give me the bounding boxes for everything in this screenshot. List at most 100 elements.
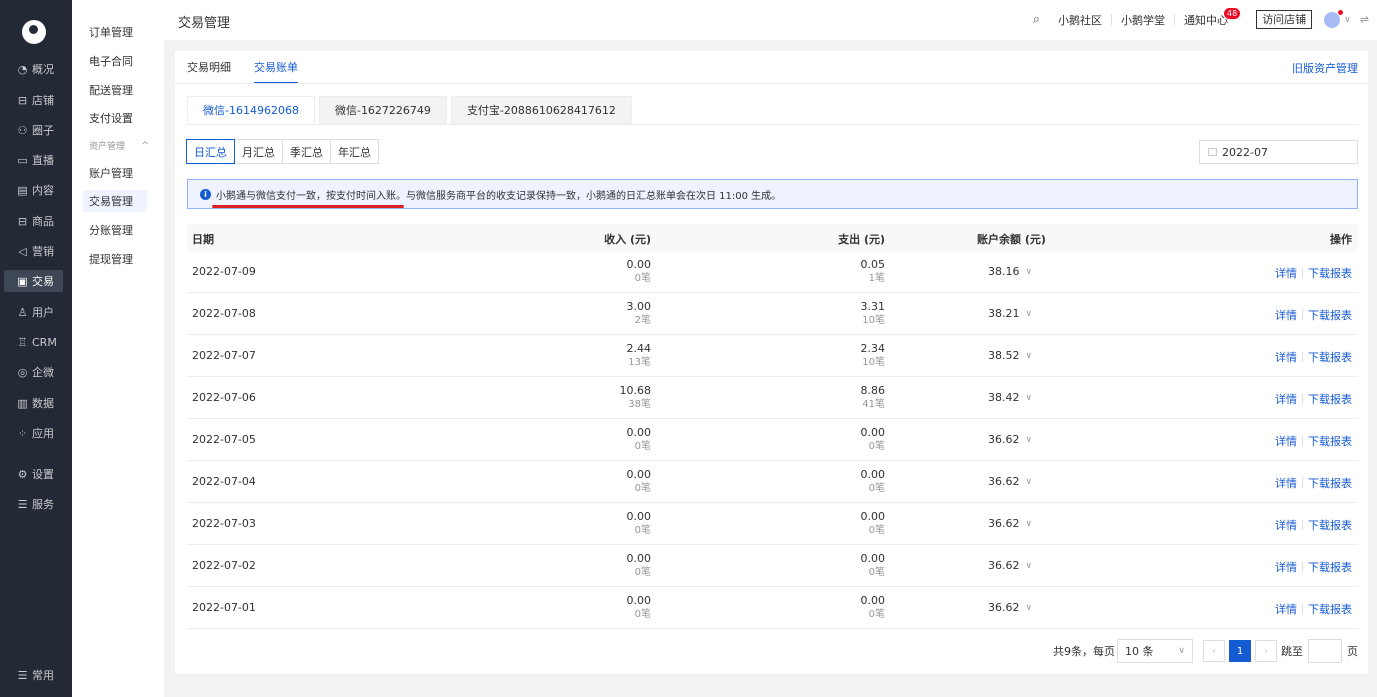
download-report-link[interactable]: 下载报表 xyxy=(1308,349,1352,365)
chevron-down-icon[interactable]: ∨ xyxy=(1026,603,1033,613)
detail-link[interactable]: 详情 xyxy=(1275,475,1297,491)
old-assets-link[interactable]: 旧版资产管理 xyxy=(1292,60,1358,76)
red-underline-annotation xyxy=(212,205,404,208)
subnav-item-1[interactable]: 电子合同 xyxy=(83,50,147,72)
sidebar-item-2[interactable]: ⚇ 圈子 xyxy=(4,119,63,141)
detail-link[interactable]: 详情 xyxy=(1275,601,1297,617)
row-balance[interactable]: 36.62 ∨ xyxy=(988,517,1032,530)
sidebar-item-12[interactable]: ⁘ 应用 xyxy=(4,422,63,444)
subnav-group-item-3[interactable]: 提现管理 xyxy=(83,248,147,270)
month-picker[interactable]: 2022-07 xyxy=(1199,140,1358,164)
notification-center-link[interactable]: 通知中心 xyxy=(1184,12,1228,28)
academy-link[interactable]: 小鹅学堂 xyxy=(1121,12,1165,28)
sidebar-item-label: 常用 xyxy=(32,669,54,682)
detail-link[interactable]: 详情 xyxy=(1275,265,1297,281)
row-balance[interactable]: 36.62 ∨ xyxy=(988,559,1032,572)
download-report-link[interactable]: 下载报表 xyxy=(1308,433,1352,449)
tab-transaction-detail[interactable]: 交易明细 xyxy=(187,59,231,83)
month-picker-value: 2022-07 xyxy=(1222,145,1268,159)
row-date: 2022-07-07 xyxy=(192,349,256,362)
account-tab-wechat-1[interactable]: 微信-1614962068 xyxy=(187,96,315,124)
detail-link[interactable]: 详情 xyxy=(1275,517,1297,533)
sidebar-item-8[interactable]: ♙ 用户 xyxy=(4,301,63,323)
chevron-down-icon[interactable]: ∨ xyxy=(1026,309,1033,319)
download-report-link[interactable]: 下载报表 xyxy=(1308,475,1352,491)
jump-page-input[interactable] xyxy=(1308,639,1342,663)
sidebar-item-13[interactable]: ⚙ 设置 xyxy=(4,463,63,485)
subnav-item-2[interactable]: 配送管理 xyxy=(83,79,147,101)
download-report-link[interactable]: 下载报表 xyxy=(1308,307,1352,323)
download-report-link[interactable]: 下载报表 xyxy=(1308,559,1352,575)
sidebar-item-common[interactable]: ☰ 常用 xyxy=(4,664,63,686)
subnav-group-item-0[interactable]: 账户管理 xyxy=(83,162,147,184)
download-report-link[interactable]: 下载报表 xyxy=(1308,391,1352,407)
chevron-down-icon[interactable]: ∨ xyxy=(1026,393,1033,403)
community-link[interactable]: 小鹅社区 xyxy=(1058,12,1102,28)
period-monthly-button[interactable]: 月汇总 xyxy=(234,139,283,164)
chevron-down-icon[interactable]: ∨ xyxy=(1026,519,1033,529)
download-report-link[interactable]: 下载报表 xyxy=(1308,517,1352,533)
detail-link[interactable]: 详情 xyxy=(1275,349,1297,365)
sidebar-item-4[interactable]: ▤ 内容 xyxy=(4,179,63,201)
calendar-icon xyxy=(1208,148,1217,156)
sidebar-item-5[interactable]: ⊟ 商品 xyxy=(4,210,63,232)
sidebar-item-9[interactable]: ♖ CRM xyxy=(4,331,63,353)
period-yearly-button[interactable]: 年汇总 xyxy=(330,139,379,164)
nav-icon: ▭ xyxy=(17,153,28,167)
row-balance[interactable]: 36.62 ∨ xyxy=(988,601,1032,614)
row-balance[interactable]: 38.21 ∨ xyxy=(988,307,1032,320)
row-income: 0.00 0笔 xyxy=(561,510,652,538)
page-button-1[interactable]: 1 xyxy=(1229,640,1251,662)
subnav-item-0[interactable]: 订单管理 xyxy=(83,21,147,43)
search-icon[interactable]: ⌕ xyxy=(1033,12,1040,27)
app-logo[interactable] xyxy=(22,20,46,44)
chevron-down-icon[interactable]: ∨ xyxy=(1026,267,1033,277)
avatar[interactable] xyxy=(1324,9,1344,28)
period-daily-button[interactable]: 日汇总 xyxy=(186,139,235,164)
switch-icon[interactable]: ⇌ xyxy=(1360,13,1369,26)
row-balance[interactable]: 36.62 ∨ xyxy=(988,433,1032,446)
period-quarterly-button[interactable]: 季汇总 xyxy=(282,139,331,164)
main-sidebar: ◔ 概况 ⊟ 店铺 ⚇ 圈子 ▭ 直播 ▤ 内容 ⊟ 商品 ◁ 营销 ▣ 交易 ♙ 用户 ♖ CRM ◎ 企微 ▥ 数据 ⁘ 应用… xyxy=(0,0,72,697)
detail-link[interactable]: 详情 xyxy=(1275,307,1297,323)
balance-value: 36.62 xyxy=(988,475,1020,488)
detail-link[interactable]: 详情 xyxy=(1275,559,1297,575)
page-size-select[interactable]: 10 条 ∨ xyxy=(1117,639,1193,663)
chevron-down-icon[interactable]: ∨ xyxy=(1026,561,1033,571)
tab-transaction-bill[interactable]: 交易账单 xyxy=(254,59,298,83)
row-balance[interactable]: 38.16 ∨ xyxy=(988,265,1032,278)
account-tab-wechat-2[interactable]: 微信-1627226749 xyxy=(318,96,447,124)
sidebar-item-3[interactable]: ▭ 直播 xyxy=(4,149,63,171)
sidebar-item-14[interactable]: ☰ 服务 xyxy=(4,493,63,515)
sidebar-item-0[interactable]: ◔ 概况 xyxy=(4,58,63,80)
sidebar-item-1[interactable]: ⊟ 店铺 xyxy=(4,89,63,111)
sidebar-item-7[interactable]: ▣ 交易 xyxy=(4,270,63,292)
row-balance[interactable]: 38.42 ∨ xyxy=(988,391,1032,404)
visit-store-button[interactable]: 访问店铺 xyxy=(1256,10,1313,29)
subnav-group-item-2[interactable]: 分账管理 xyxy=(83,219,147,241)
chevron-down-icon[interactable]: ∨ xyxy=(1026,435,1033,445)
detail-link[interactable]: 详情 xyxy=(1275,391,1297,407)
chevron-down-icon[interactable]: ∨ xyxy=(1026,351,1033,361)
subnav-item-3[interactable]: 支付设置 xyxy=(83,107,147,129)
download-report-link[interactable]: 下载报表 xyxy=(1308,601,1352,617)
chevron-down-icon[interactable]: ∨ xyxy=(1026,477,1033,487)
asset-management-group[interactable]: 资产管理 ^ xyxy=(89,139,149,153)
row-balance[interactable]: 38.52 ∨ xyxy=(988,349,1032,362)
row-date: 2022-07-03 xyxy=(192,517,256,530)
prev-page-button[interactable]: ‹ xyxy=(1203,640,1225,662)
nav-icon: ⚙ xyxy=(17,467,28,481)
detail-link[interactable]: 详情 xyxy=(1275,433,1297,449)
chevron-down-icon[interactable]: ∨ xyxy=(1344,15,1351,25)
period-selector: 日汇总 月汇总 季汇总 年汇总 xyxy=(186,139,379,164)
sidebar-item-11[interactable]: ▥ 数据 xyxy=(4,392,63,414)
top-bar: 交易管理 ⌕ 小鹅社区 小鹅学堂 通知中心 48 访问店铺 ∨ ⇌ xyxy=(164,0,1377,40)
download-report-link[interactable]: 下载报表 xyxy=(1308,265,1352,281)
sidebar-item-10[interactable]: ◎ 企微 xyxy=(4,361,63,383)
next-page-button[interactable]: › xyxy=(1255,640,1277,662)
account-tab-alipay[interactable]: 支付宝-2088610628417612 xyxy=(450,96,632,124)
subnav-group-item-1[interactable]: 交易管理 xyxy=(83,190,147,212)
sidebar-item-6[interactable]: ◁ 营销 xyxy=(4,240,63,262)
row-balance[interactable]: 36.62 ∨ xyxy=(988,475,1032,488)
row-income: 3.00 2笔 xyxy=(561,300,652,328)
